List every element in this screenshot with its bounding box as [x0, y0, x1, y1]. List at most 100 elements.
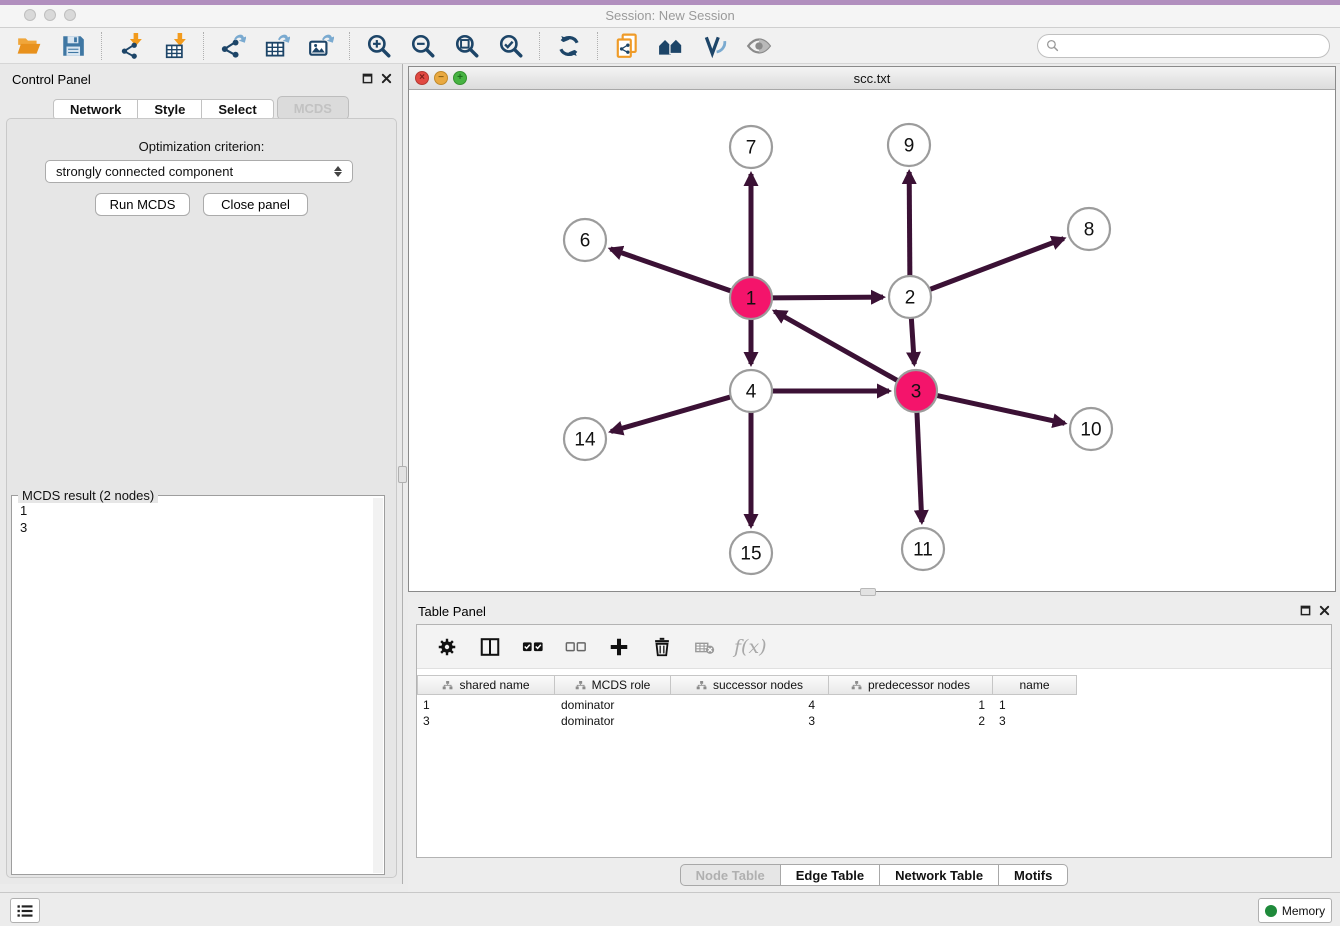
- edge-3-10[interactable]: [936, 395, 1065, 423]
- mcds-result-text[interactable]: 1 3: [12, 500, 372, 874]
- column-header-shared-name[interactable]: shared name: [417, 675, 555, 695]
- node-label: 8: [1084, 220, 1095, 241]
- zoom-selected-icon: [498, 33, 524, 59]
- column-header-label: successor nodes: [713, 678, 803, 692]
- tab-network[interactable]: Network: [53, 99, 138, 120]
- float-table-panel-icon[interactable]: [1300, 605, 1311, 616]
- zoom-in-button[interactable]: [364, 31, 393, 60]
- zoom-selected-button[interactable]: [496, 31, 525, 60]
- edge-4-14[interactable]: [611, 397, 732, 432]
- column-header-name[interactable]: name: [993, 675, 1077, 695]
- close-table-panel-icon[interactable]: [1319, 605, 1330, 616]
- search-input[interactable]: [1064, 39, 1321, 53]
- column-header-predecessor-nodes[interactable]: predecessor nodes: [829, 675, 993, 695]
- delete-table-button[interactable]: [691, 633, 719, 661]
- edge-3-1[interactable]: [775, 311, 899, 381]
- memory-label: Memory: [1282, 904, 1325, 918]
- control-panel-title: Control Panel: [12, 72, 91, 87]
- cell-shared-name[interactable]: 1: [417, 697, 555, 713]
- export-image-button[interactable]: [306, 31, 335, 60]
- node-8[interactable]: 8: [1068, 208, 1110, 250]
- node-label: 9: [904, 136, 915, 157]
- table-panel: Table Panel f(x) shared nameMCDS rolesuc…: [408, 596, 1340, 892]
- cell-MCDS-role[interactable]: dominator: [555, 697, 671, 713]
- add-column-button[interactable]: [605, 633, 633, 661]
- cell-successor-nodes[interactable]: 4: [671, 697, 829, 713]
- cell-successor-nodes[interactable]: 3: [671, 713, 829, 729]
- tab-style[interactable]: Style: [138, 99, 202, 120]
- cell-predecessor-nodes[interactable]: 1: [829, 697, 993, 713]
- float-panel-icon[interactable]: [362, 73, 373, 84]
- node-9[interactable]: 9: [888, 124, 930, 166]
- tab-motifs[interactable]: Motifs: [999, 864, 1068, 886]
- node-3[interactable]: 3: [895, 370, 937, 412]
- node-1[interactable]: 1: [730, 277, 772, 319]
- open-file-button[interactable]: [14, 31, 43, 60]
- network-window-titlebar[interactable]: × − + scc.txt: [409, 67, 1335, 90]
- close-panel-button[interactable]: Close panel: [203, 193, 308, 216]
- import-table-button[interactable]: [160, 31, 189, 60]
- graphics-details-button[interactable]: [700, 31, 729, 60]
- cell-name[interactable]: 3: [993, 713, 1077, 729]
- network-canvas[interactable]: 7 9 6 8 1 2 4 3 14 10 15 11: [409, 90, 1335, 591]
- zoom-out-button[interactable]: [408, 31, 437, 60]
- node-7[interactable]: 7: [730, 126, 772, 168]
- split-panel-button[interactable]: [476, 633, 504, 661]
- zoom-fit-icon: [454, 33, 480, 59]
- node-14[interactable]: 14: [564, 418, 606, 460]
- column-header-successor-nodes[interactable]: successor nodes: [671, 675, 829, 695]
- first-neighbors-button[interactable]: [656, 31, 685, 60]
- column-header-MCDS-role[interactable]: MCDS role: [555, 675, 671, 695]
- tab-select[interactable]: Select: [202, 99, 273, 120]
- node-6[interactable]: 6: [564, 219, 606, 261]
- edge-3-11[interactable]: [917, 411, 922, 522]
- mcds-result-scrollbar[interactable]: [373, 498, 383, 873]
- search-box[interactable]: [1037, 34, 1330, 58]
- cell-MCDS-role[interactable]: dominator: [555, 713, 671, 729]
- select-all-button[interactable]: [519, 633, 547, 661]
- vertical-splitter-handle[interactable]: [398, 466, 407, 483]
- gear-button[interactable]: [433, 633, 461, 661]
- tab-network-table[interactable]: Network Table: [880, 864, 999, 886]
- new-network-button[interactable]: [612, 31, 641, 60]
- zoom-fit-button[interactable]: [452, 31, 481, 60]
- criterion-select[interactable]: strongly connected component: [45, 160, 353, 183]
- node-15[interactable]: 15: [730, 532, 772, 574]
- edge-2-9[interactable]: [909, 172, 910, 277]
- table-row[interactable]: 3dominator323: [417, 713, 1077, 729]
- cell-predecessor-nodes[interactable]: 2: [829, 713, 993, 729]
- node-4[interactable]: 4: [730, 370, 772, 412]
- refresh-button[interactable]: [554, 31, 583, 60]
- task-history-button[interactable]: [10, 898, 40, 923]
- delete-column-icon: [651, 636, 673, 658]
- node-2[interactable]: 2: [889, 276, 931, 318]
- sort-icon: [442, 680, 453, 691]
- deselect-all-button[interactable]: [562, 633, 590, 661]
- cell-name[interactable]: 1: [993, 697, 1077, 713]
- save-session-button[interactable]: [58, 31, 87, 60]
- table-row[interactable]: 1dominator411: [417, 697, 1077, 713]
- node-10[interactable]: 10: [1070, 408, 1112, 450]
- run-mcds-button[interactable]: Run MCDS: [95, 193, 190, 216]
- tab-edge-table[interactable]: Edge Table: [781, 864, 880, 886]
- horizontal-splitter-handle[interactable]: [860, 588, 876, 596]
- export-network-button[interactable]: [218, 31, 247, 60]
- function-builder-button[interactable]: f(x): [734, 636, 767, 658]
- node-label: 4: [746, 382, 757, 403]
- export-table-button[interactable]: [262, 31, 291, 60]
- memory-button[interactable]: Memory: [1258, 898, 1332, 923]
- edge-2-8[interactable]: [929, 239, 1064, 290]
- import-network-button[interactable]: [116, 31, 145, 60]
- show-hide-button[interactable]: [744, 31, 773, 60]
- tab-mcds[interactable]: MCDS: [277, 96, 349, 120]
- edge-1-6[interactable]: [610, 249, 732, 291]
- node-11[interactable]: 11: [902, 528, 944, 570]
- tab-node-table[interactable]: Node Table: [680, 864, 781, 886]
- cell-shared-name[interactable]: 3: [417, 713, 555, 729]
- zoom-in-icon: [366, 33, 392, 59]
- zoom-out-icon: [410, 33, 436, 59]
- delete-column-button[interactable]: [648, 633, 676, 661]
- edge-1-2[interactable]: [771, 297, 883, 298]
- close-panel-icon[interactable]: [381, 73, 392, 84]
- edge-2-3[interactable]: [911, 317, 914, 364]
